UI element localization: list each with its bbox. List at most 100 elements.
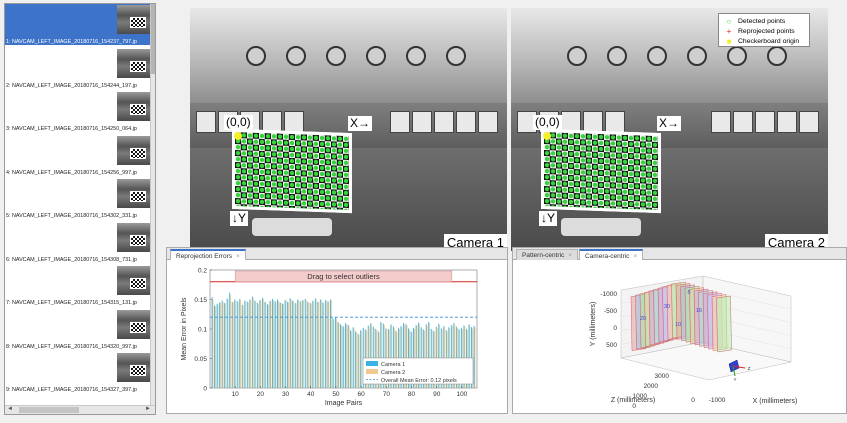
bar-camera-1[interactable]	[221, 300, 223, 388]
bar-camera-1[interactable]	[342, 326, 344, 388]
bar-camera-2[interactable]	[267, 304, 269, 388]
bar-camera-2[interactable]	[353, 328, 355, 388]
bar-camera-1[interactable]	[292, 300, 294, 388]
bar-camera-2[interactable]	[356, 332, 358, 388]
bar-camera-2[interactable]	[278, 300, 279, 388]
bar-camera-1[interactable]	[219, 302, 221, 388]
bar-camera-1[interactable]	[307, 301, 309, 388]
bar-camera-2[interactable]	[290, 299, 292, 389]
bar-camera-1[interactable]	[272, 298, 273, 388]
list-horizontal-scroll-thumb[interactable]	[19, 407, 79, 413]
reprojection-error-bar-chart[interactable]: Drag to select outliers 0 0.05 0.1 0.15 0.2 10…	[167, 260, 507, 413]
bar-camera-1[interactable]	[244, 300, 246, 388]
bar-camera-1[interactable]	[269, 300, 271, 388]
bar-camera-1[interactable]	[340, 324, 341, 388]
tab-pattern-centric[interactable]: Pattern-centric ×	[516, 249, 579, 260]
bar-camera-1[interactable]	[274, 301, 276, 388]
bar-camera-1[interactable]	[335, 317, 336, 388]
bar-camera-2[interactable]	[348, 326, 350, 388]
bar-camera-1[interactable]	[317, 301, 319, 388]
bar-camera-1[interactable]	[211, 297, 213, 388]
bar-camera-2[interactable]	[260, 300, 262, 388]
bar-camera-2[interactable]	[474, 327, 476, 388]
bar-camera-1[interactable]	[314, 298, 316, 388]
bar-camera-2[interactable]	[323, 303, 325, 388]
list-horizontal-scrollbar[interactable]: ◄ ►	[5, 405, 155, 414]
bar-camera-1[interactable]	[332, 318, 334, 388]
bar-camera-2[interactable]	[325, 300, 327, 388]
bar-camera-2[interactable]	[338, 323, 340, 388]
bar-camera-1[interactable]	[297, 299, 299, 389]
bar-camera-2[interactable]	[343, 327, 345, 388]
bar-camera-1[interactable]	[350, 330, 352, 388]
bar-camera-1[interactable]	[299, 301, 301, 388]
bar-camera-2[interactable]	[308, 302, 310, 388]
bar-camera-2[interactable]	[232, 302, 234, 388]
bar-camera-2[interactable]	[283, 304, 284, 388]
bar-camera-1[interactable]	[309, 303, 311, 388]
bar-camera-2[interactable]	[330, 300, 332, 388]
bar-camera-1[interactable]	[324, 300, 326, 388]
bar-camera-1[interactable]	[289, 298, 291, 388]
bar-camera-2[interactable]	[358, 334, 360, 388]
bar-camera-2[interactable]	[275, 301, 277, 388]
calibration-board-pose[interactable]	[716, 295, 732, 353]
bar-camera-1[interactable]	[302, 300, 304, 388]
bar-camera-2[interactable]	[310, 303, 312, 388]
bar-camera-2[interactable]	[222, 301, 224, 388]
bar-camera-2[interactable]	[250, 300, 252, 388]
bar-camera-2[interactable]	[272, 300, 274, 388]
list-item[interactable]: 2: NAVCAM_LEFT_IMAGE_20180716_154244_197…	[5, 48, 155, 89]
bar-camera-2[interactable]	[270, 301, 272, 388]
bar-camera-1[interactable]	[251, 296, 253, 388]
bar-camera-1[interactable]	[282, 303, 284, 388]
bar-camera-2[interactable]	[335, 318, 337, 388]
bar-camera-1[interactable]	[352, 327, 354, 388]
bar-camera-1[interactable]	[229, 292, 231, 388]
scroll-left-arrow-icon[interactable]: ◄	[7, 406, 13, 412]
bar-camera-2[interactable]	[247, 302, 249, 388]
bar-camera-2[interactable]	[225, 303, 227, 388]
bar-camera-2[interactable]	[280, 303, 282, 388]
bar-camera-1[interactable]	[319, 299, 321, 389]
bar-camera-2[interactable]	[320, 300, 322, 388]
bar-camera-2[interactable]	[285, 300, 287, 388]
bar-camera-2[interactable]	[245, 301, 247, 388]
camera-centric-3d-plot[interactable]: 5 30 20 10 16 Y Z -1000 -500 0 500 Y (millimeters) 3…	[513, 260, 846, 413]
bar-camera-1[interactable]	[256, 303, 258, 388]
list-vertical-scrollbar[interactable]	[150, 4, 155, 406]
bar-camera-2[interactable]	[315, 299, 317, 389]
bar-camera-2[interactable]	[346, 324, 347, 388]
bar-camera-2[interactable]	[265, 302, 267, 388]
list-item[interactable]: 7: NAVCAM_LEFT_IMAGE_20180716_154315_131…	[5, 265, 155, 306]
list-vertical-scroll-thumb[interactable]	[151, 4, 155, 74]
bar-camera-1[interactable]	[254, 300, 256, 388]
bar-camera-1[interactable]	[249, 299, 251, 389]
list-item[interactable]: 6: NAVCAM_LEFT_IMAGE_20180716_154308_731…	[5, 222, 155, 263]
bar-camera-1[interactable]	[345, 323, 347, 388]
bar-camera-1[interactable]	[304, 298, 306, 388]
bar-camera-1[interactable]	[322, 302, 324, 388]
bar-camera-1[interactable]	[214, 305, 216, 388]
bar-camera-2[interactable]	[255, 301, 257, 388]
bar-camera-1[interactable]	[226, 298, 228, 388]
bar-camera-1[interactable]	[329, 299, 331, 389]
bar-camera-1[interactable]	[357, 333, 359, 388]
bar-camera-1[interactable]	[267, 304, 268, 388]
list-item[interactable]: 5: NAVCAM_LEFT_IMAGE_20180716_154302_331…	[5, 178, 155, 219]
camera-1-view[interactable]: (0,0) X→ ↓Y Camera 1	[190, 8, 507, 251]
bar-camera-2[interactable]	[298, 300, 300, 388]
close-tab-icon[interactable]: ×	[236, 253, 240, 260]
bar-camera-1[interactable]	[231, 301, 233, 388]
bar-camera-2[interactable]	[227, 299, 229, 389]
bar-camera-1[interactable]	[287, 301, 289, 388]
bar-camera-2[interactable]	[333, 319, 335, 388]
image-pair-list[interactable]: 1: NAVCAM_LEFT_IMAGE_20180716_154237_797…	[4, 3, 156, 415]
bar-camera-2[interactable]	[235, 300, 237, 388]
bar-camera-2[interactable]	[220, 303, 221, 388]
list-item[interactable]: 8: NAVCAM_LEFT_IMAGE_20180716_154320_997…	[5, 309, 155, 350]
bar-camera-2[interactable]	[257, 303, 259, 388]
bar-camera-1[interactable]	[360, 330, 362, 388]
bar-camera-1[interactable]	[239, 298, 241, 388]
bar-camera-1[interactable]	[259, 300, 261, 388]
